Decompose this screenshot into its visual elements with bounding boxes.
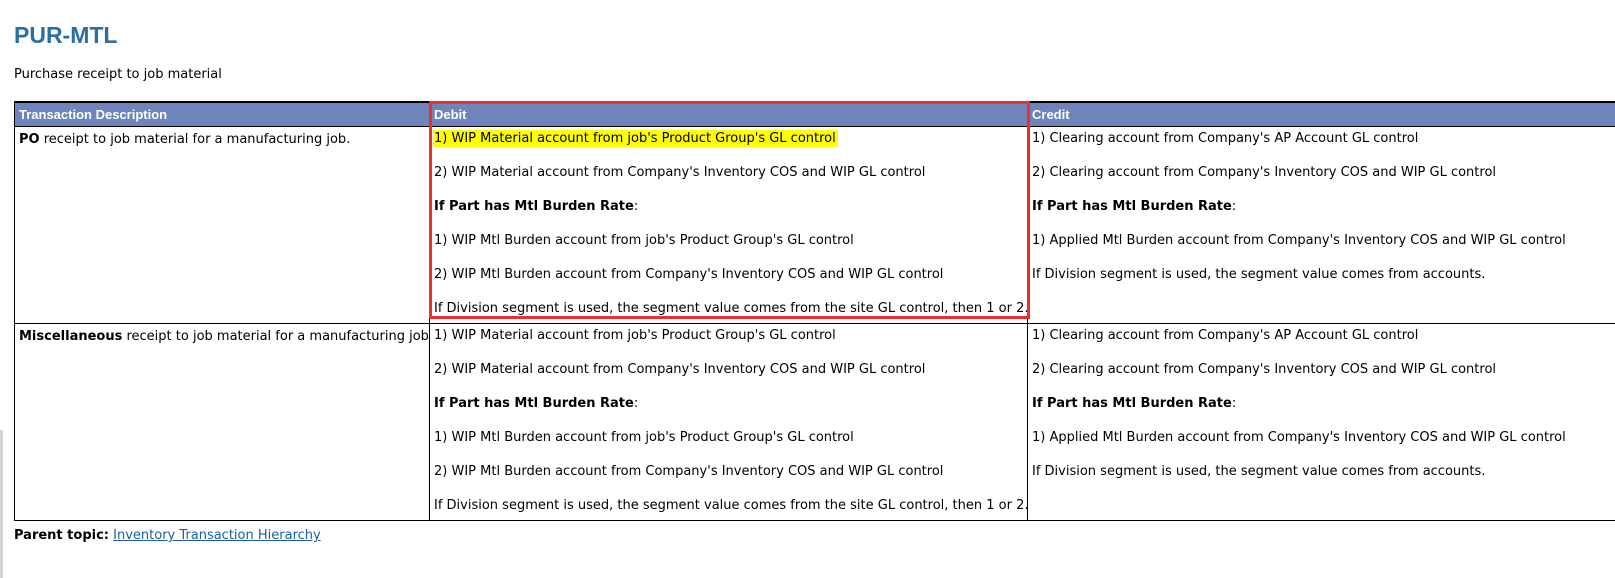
credit-line: 2) Clearing account from Company's Inven… (1032, 165, 1497, 180)
condition-colon: : (633, 199, 639, 214)
transaction-description-cell: PO receipt to job material for a manufac… (14, 126, 430, 324)
debit-line: 2) WIP Mtl Burden account from Company's… (434, 464, 944, 479)
condition-label: If Part has Mtl Burden Rate (1032, 396, 1232, 411)
table-row: PO receipt to job material for a manufac… (14, 126, 1615, 324)
gl-accounts-table: Transaction Description Debit Credit PO … (14, 101, 1615, 521)
credit-condition: If Part has Mtl Burden Rate: (1032, 198, 1611, 232)
condition-colon: : (633, 396, 639, 411)
condition-label: If Part has Mtl Burden Rate (434, 396, 634, 411)
page-subtitle: Purchase receipt to job material (14, 67, 222, 82)
condition-colon: : (1231, 396, 1237, 411)
table-row: Miscellaneous receipt to job material fo… (14, 323, 1615, 521)
credit-line: 1) Applied Mtl Burden account from Compa… (1032, 430, 1566, 445)
debit-condition: If Part has Mtl Burden Rate: (434, 395, 1023, 429)
credit-cell: 1) Clearing account from Company's AP Ac… (1027, 323, 1615, 521)
table-header-row: Transaction Description Debit Credit (14, 101, 1615, 127)
debit-condition: If Part has Mtl Burden Rate: (434, 198, 1023, 232)
condition-colon: : (1231, 199, 1237, 214)
credit-note: If Division segment is used, the segment… (1032, 464, 1486, 479)
credit-cell: 1) Clearing account from Company's AP Ac… (1027, 126, 1615, 324)
transaction-type: PO (19, 132, 40, 147)
debit-line: 2) WIP Material account from Company's I… (434, 165, 926, 180)
credit-condition: If Part has Mtl Burden Rate: (1032, 395, 1611, 429)
transaction-description-text: receipt to job material for a manufactur… (39, 132, 351, 147)
header-transaction-description: Transaction Description (14, 101, 430, 127)
condition-label: If Part has Mtl Burden Rate (1032, 199, 1232, 214)
debit-note: If Division segment is used, the segment… (434, 498, 1028, 513)
credit-note: If Division segment is used, the segment… (1032, 267, 1486, 282)
debit-note: If Division segment is used, the segment… (434, 301, 1028, 316)
transaction-description-cell: Miscellaneous receipt to job material fo… (14, 323, 430, 521)
credit-line: 2) Clearing account from Company's Inven… (1032, 362, 1497, 377)
debit-line: 2) WIP Mtl Burden account from Company's… (434, 267, 944, 282)
debit-line: 1) WIP Material account from job's Produ… (433, 130, 1023, 164)
header-debit: Debit (429, 101, 1028, 127)
highlighted-debit-line: 1) WIP Material account from job's Produ… (433, 130, 838, 147)
debit-cell: 1) WIP Material account from job's Produ… (429, 126, 1028, 324)
page-title: PUR-MTL (14, 22, 118, 48)
condition-label: If Part has Mtl Burden Rate (434, 199, 634, 214)
transaction-type: Miscellaneous (19, 329, 123, 344)
transaction-description-text: receipt to job material for a manufactur… (122, 329, 430, 344)
debit-line: 2) WIP Material account from Company's I… (434, 362, 926, 377)
header-credit: Credit (1027, 101, 1615, 127)
credit-line: 1) Applied Mtl Burden account from Compa… (1032, 233, 1566, 248)
debit-line: 1) WIP Mtl Burden account from job's Pro… (434, 233, 854, 248)
debit-line: 1) WIP Mtl Burden account from job's Pro… (434, 430, 854, 445)
parent-topic-link[interactable]: Inventory Transaction Hierarchy (113, 528, 321, 543)
credit-line: 1) Clearing account from Company's AP Ac… (1032, 328, 1419, 343)
window-edge (0, 430, 3, 578)
parent-topic-label: Parent topic: (14, 528, 109, 543)
debit-cell: 1) WIP Material account from job's Produ… (429, 323, 1028, 521)
credit-line: 1) Clearing account from Company's AP Ac… (1032, 131, 1419, 146)
parent-topic: Parent topic: Inventory Transaction Hier… (14, 528, 321, 544)
debit-line: 1) WIP Material account from job's Produ… (434, 328, 836, 343)
